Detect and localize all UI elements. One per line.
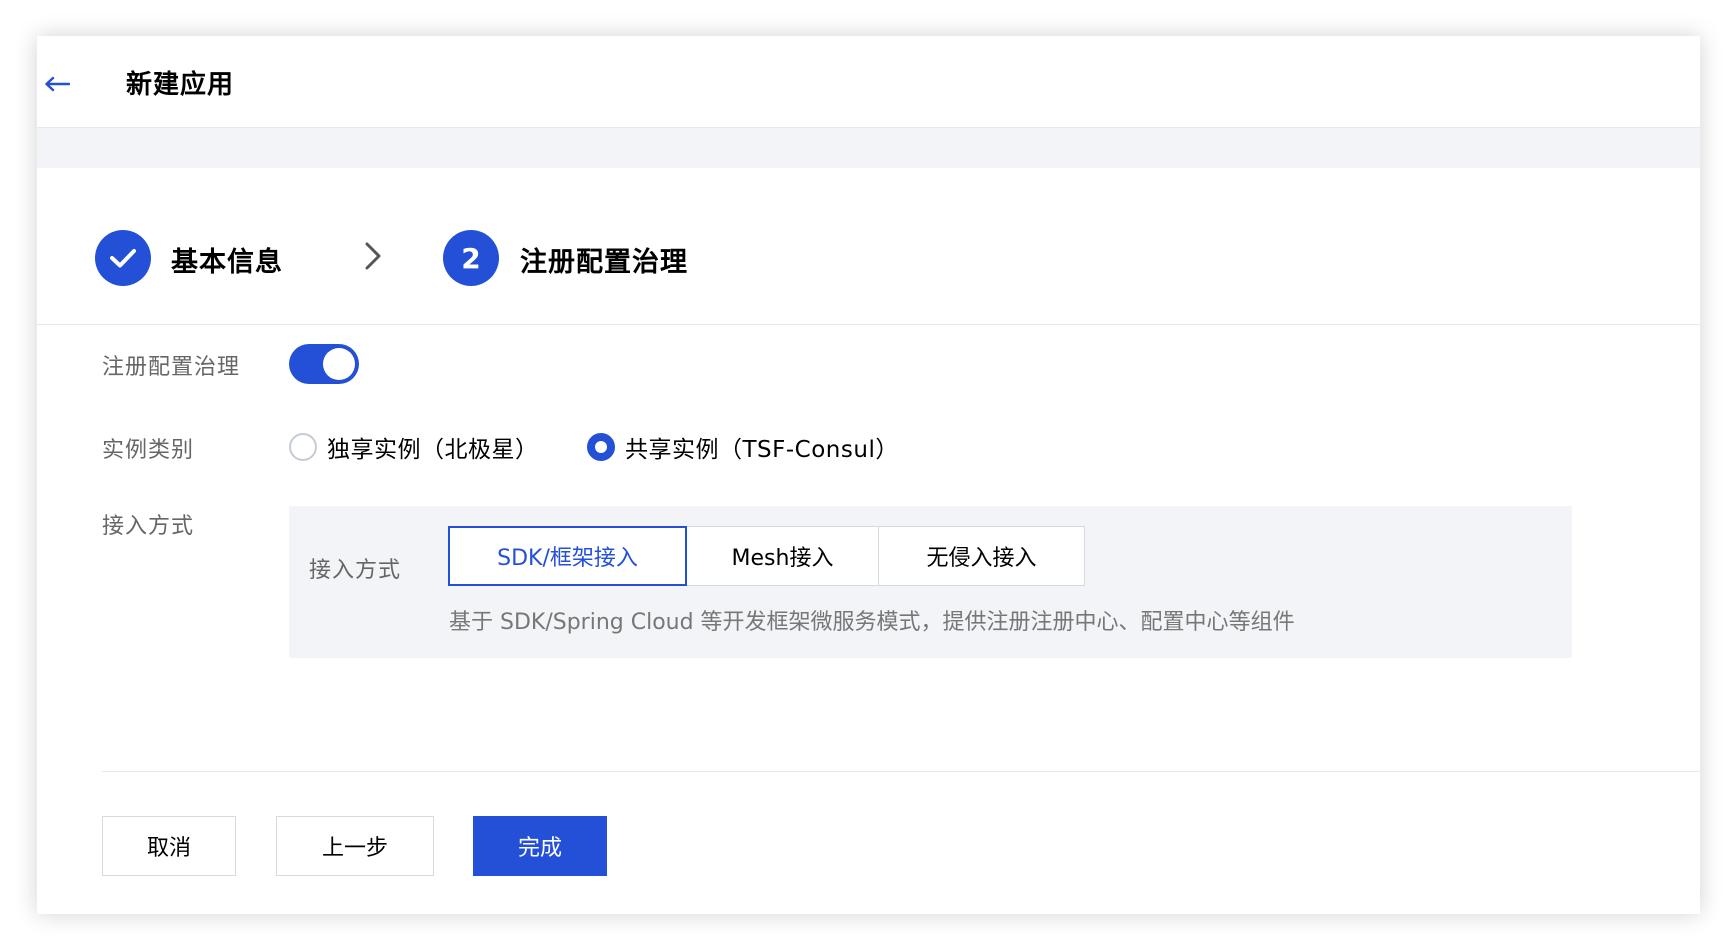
- back-button[interactable]: [37, 66, 77, 102]
- access-description: 基于 SDK/Spring Cloud 等开发框架微服务模式，提供注册注册中心、…: [449, 610, 1295, 635]
- radio-exclusive-instance[interactable]: 独享实例（北极星）: [289, 430, 539, 464]
- chevron-right-icon: [365, 242, 381, 270]
- header-spacer: [37, 128, 1700, 168]
- access-option-noninvasive[interactable]: 无侵入接入: [878, 526, 1085, 586]
- check-icon: [110, 249, 136, 268]
- app-window: 新建应用 基本信息 2 注册配置治理 注册配置治理 实例类别 独享实例（北极星）…: [37, 36, 1700, 914]
- step-2-active-circle: 2: [443, 230, 499, 286]
- page-title: 新建应用: [126, 70, 235, 100]
- step-2-label: 注册配置治理: [520, 247, 688, 278]
- footer-divider: [102, 771, 1700, 772]
- arrow-left-icon[interactable]: [44, 76, 70, 92]
- cancel-button[interactable]: 取消: [102, 816, 236, 876]
- header-bar: 新建应用: [37, 36, 1700, 128]
- access-method-label: 接入方式: [102, 514, 195, 539]
- registry-label: 注册配置治理: [102, 355, 241, 380]
- step-indicator: 基本信息 2 注册配置治理: [37, 168, 1700, 325]
- radio-exclusive-label: 独享实例（北极星）: [327, 437, 539, 463]
- radio-checked-icon[interactable]: [587, 433, 615, 461]
- radio-shared-instance[interactable]: 共享实例（TSF-Consul）: [587, 430, 899, 464]
- registry-toggle[interactable]: [289, 344, 359, 384]
- toggle-knob: [323, 348, 355, 380]
- access-option-sdk[interactable]: SDK/框架接入: [448, 526, 687, 586]
- step-1-done-circle: [95, 230, 151, 286]
- instance-type-label: 实例类别: [102, 438, 195, 463]
- access-option-mesh[interactable]: Mesh接入: [686, 526, 879, 586]
- radio-shared-label: 共享实例（TSF-Consul）: [625, 437, 899, 463]
- panel-access-label: 接入方式: [309, 558, 402, 583]
- previous-step-button[interactable]: 上一步: [276, 816, 434, 876]
- access-method-panel: 接入方式 SDK/框架接入 Mesh接入 无侵入接入 基于 SDK/Spring…: [289, 506, 1572, 658]
- finish-button[interactable]: 完成: [473, 816, 607, 876]
- radio-unchecked-icon[interactable]: [289, 433, 317, 461]
- step-1-label: 基本信息: [171, 247, 283, 278]
